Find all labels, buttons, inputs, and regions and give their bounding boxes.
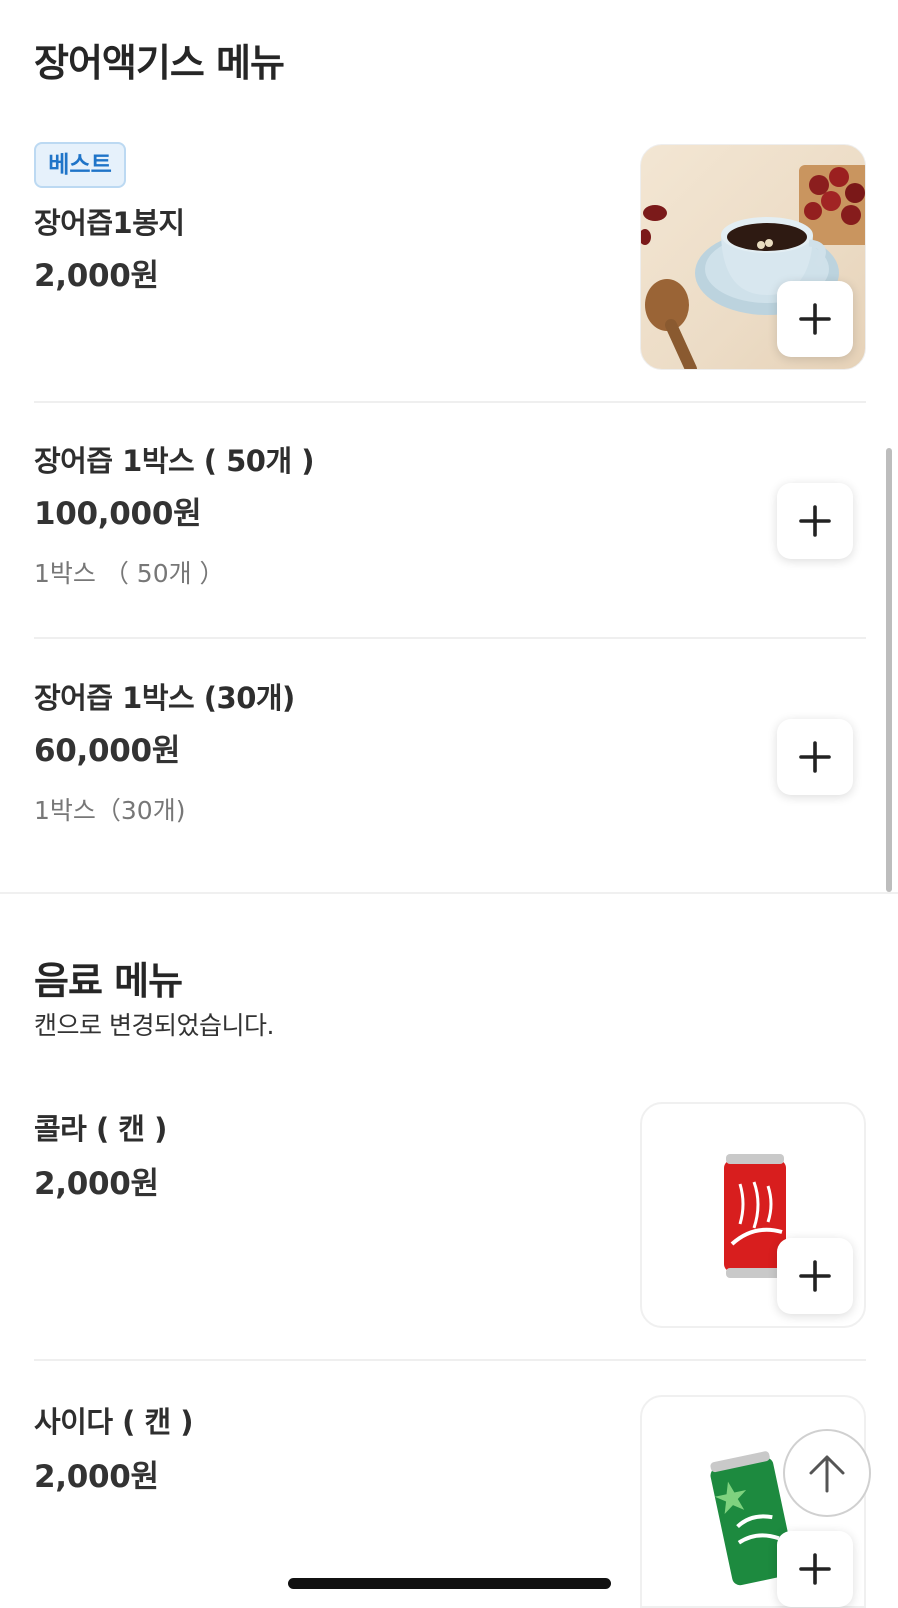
plus-icon bbox=[799, 505, 831, 537]
item-name: 장어즙 1박스 (30개) bbox=[34, 681, 295, 715]
plus-icon bbox=[799, 741, 831, 773]
divider bbox=[34, 1359, 866, 1361]
item-name: 사이다 ( 캔 ) bbox=[34, 1405, 194, 1439]
item-name: 장어즙1봉지 bbox=[34, 206, 185, 240]
menu-item[interactable]: 장어즙 1박스 (30개) 60,000원 1박스（30개) bbox=[34, 667, 866, 837]
plus-icon bbox=[799, 1553, 831, 1585]
item-name: 장어즙 1박스 ( 50개 ) bbox=[34, 444, 315, 478]
best-badge: 베스트 bbox=[34, 142, 126, 188]
section-subtitle-drinks: 캔으로 변경되었습니다. bbox=[34, 1011, 274, 1040]
home-indicator bbox=[288, 1578, 611, 1589]
scrollbar[interactable] bbox=[886, 448, 892, 892]
plus-icon bbox=[799, 1260, 831, 1292]
section-title-extract: 장어액기스 메뉴 bbox=[34, 41, 285, 85]
divider bbox=[34, 637, 866, 639]
plus-icon bbox=[799, 303, 831, 335]
add-button[interactable] bbox=[777, 483, 853, 559]
add-button[interactable] bbox=[777, 1531, 853, 1607]
item-desc: 1박스（30개) bbox=[34, 796, 186, 825]
scroll-to-top-button[interactable] bbox=[783, 1429, 871, 1517]
add-button[interactable] bbox=[777, 719, 853, 795]
menu-item[interactable]: 장어즙 1박스 ( 50개 ) 100,000원 1박스 （ 50개 ） bbox=[34, 430, 866, 600]
item-desc: 1박스 （ 50개 ） bbox=[34, 559, 225, 588]
item-price: 2,000원 bbox=[34, 258, 159, 294]
add-button[interactable] bbox=[777, 281, 853, 357]
item-name: 콜라 ( 캔 ) bbox=[34, 1112, 167, 1146]
item-price: 60,000원 bbox=[34, 733, 181, 769]
add-button[interactable] bbox=[777, 1238, 853, 1314]
divider bbox=[34, 401, 866, 403]
item-price: 2,000원 bbox=[34, 1166, 159, 1202]
item-price: 100,000원 bbox=[34, 496, 202, 532]
section-separator bbox=[0, 892, 898, 894]
arrow-up-icon bbox=[809, 1455, 845, 1493]
item-price: 2,000원 bbox=[34, 1459, 159, 1495]
section-title-drinks: 음료 메뉴 bbox=[34, 959, 183, 1003]
